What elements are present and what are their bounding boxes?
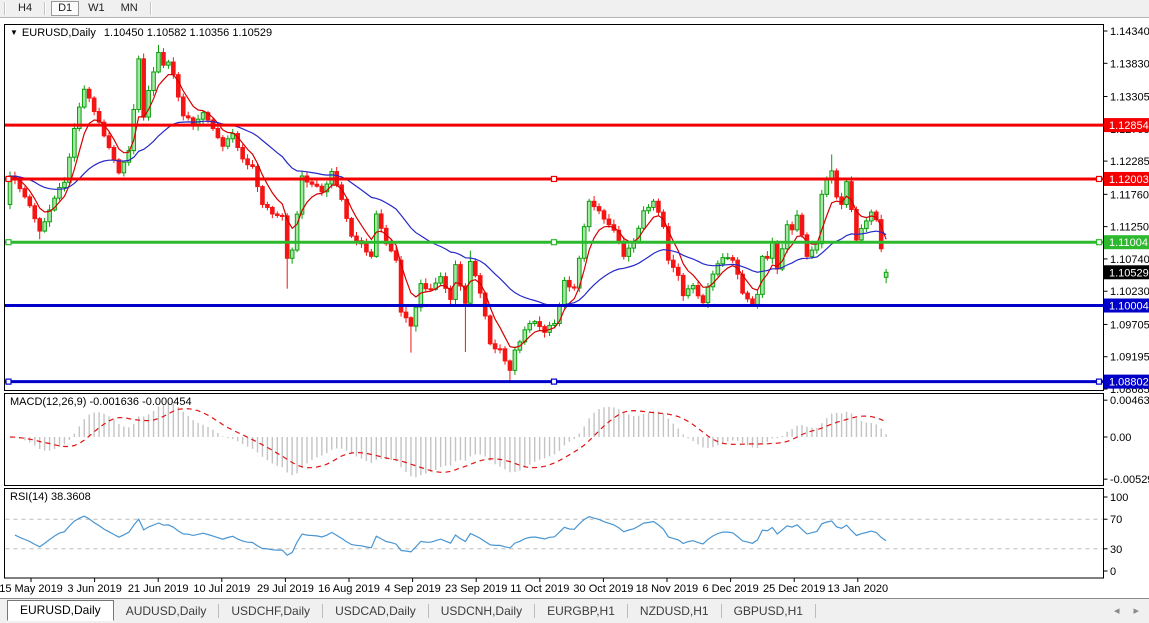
hline-handle[interactable] (552, 176, 557, 181)
chart-tab-usdchf-daily[interactable]: USDCHF,Daily (221, 601, 320, 621)
svg-text:1.10740: 1.10740 (1110, 254, 1149, 266)
macd-name: MACD(12,26,9) (10, 396, 86, 408)
svg-text:11 Oct 2019: 11 Oct 2019 (510, 583, 569, 595)
chart-ohlc-values: 1.10450 1.10582 1.10356 1.10529 (104, 27, 272, 39)
tab-separator (322, 604, 323, 618)
timeframe-button-w1[interactable]: W1 (81, 1, 112, 16)
hline-handle[interactable] (1097, 240, 1102, 245)
hline-handle[interactable] (1097, 379, 1102, 384)
chart-title: ▼ EURUSD,Daily 1.10450 1.10582 1.10356 1.1… (10, 27, 272, 39)
svg-text:1.09195: 1.09195 (1110, 352, 1149, 364)
tab-separator (721, 604, 722, 618)
toolbar-separator (44, 2, 46, 15)
chart-tab-gbpusd-h1[interactable]: GBPUSD,H1 (724, 601, 813, 621)
hline-handle[interactable] (6, 240, 11, 245)
svg-text:10 Jul 2019: 10 Jul 2019 (193, 583, 250, 595)
rsi-value: 38.3608 (51, 491, 91, 503)
svg-text:0.00: 0.00 (1110, 432, 1131, 444)
date-axis: 15 May 2019 3 Jun 2019 21 Jun 2019 10 Jul 2… (0, 578, 888, 595)
svg-text:1.10529: 1.10529 (1109, 267, 1149, 279)
svg-text:29 Jul 2019: 29 Jul 2019 (257, 583, 314, 595)
timeframe-button-h4[interactable]: H4 (11, 1, 39, 16)
svg-text:16 Aug 2019: 16 Aug 2019 (318, 583, 380, 595)
tab-scroll-left-icon[interactable]: ◂ (1114, 606, 1120, 616)
toolbar-separator (4, 2, 6, 15)
symbol-dropdown-icon[interactable]: ▼ (10, 28, 18, 37)
price-axis: 1.143401.138301.133051.127951.122851.117… (1104, 26, 1149, 578)
tab-separator (815, 604, 816, 618)
tab-separator (218, 604, 219, 618)
svg-text:1.11004: 1.11004 (1109, 237, 1148, 249)
svg-text:70: 70 (1110, 514, 1122, 526)
svg-text:1.13305: 1.13305 (1110, 92, 1149, 104)
svg-text:0.00463: 0.00463 (1110, 395, 1149, 407)
main-price-panel[interactable] (5, 25, 1104, 391)
svg-text:23 Sep 2019: 23 Sep 2019 (445, 583, 507, 595)
rsi-name: RSI(14) (10, 491, 48, 503)
chart-tab-bar: EURUSD,DailyAUDUSD,DailyUSDCHF,DailyUSDC… (0, 598, 1149, 623)
svg-text:1.12285: 1.12285 (1110, 156, 1149, 168)
timeframe-toolbar: H4 D1W1MN (0, 0, 1149, 18)
hline-handle[interactable] (1097, 176, 1102, 181)
svg-text:1.12003: 1.12003 (1109, 174, 1149, 186)
mt4-chart-window: { "toolbar": { "buttons": [ {"label": "H… (0, 0, 1149, 623)
svg-text:30 Oct 2019: 30 Oct 2019 (573, 583, 633, 595)
hline-handle[interactable] (6, 176, 11, 181)
chart-tab-eurgbp-h1[interactable]: EURGBP,H1 (537, 601, 625, 621)
chart-tab-audusd-daily[interactable]: AUDUSD,Daily (116, 601, 217, 621)
svg-text:1.10004: 1.10004 (1109, 301, 1149, 313)
svg-text:15 May 2019: 15 May 2019 (0, 583, 63, 595)
chart-tab-nzdusd-h1[interactable]: NZDUSD,H1 (630, 601, 719, 621)
macd-values: -0.001636 -0.000454 (89, 396, 191, 408)
svg-text:1.13830: 1.13830 (1110, 58, 1149, 70)
svg-text:100: 100 (1110, 492, 1128, 504)
tab-separator (428, 604, 429, 618)
svg-text:1.14340: 1.14340 (1110, 26, 1149, 38)
svg-text:21 Jun 2019: 21 Jun 2019 (128, 583, 189, 595)
svg-text:6 Dec 2019: 6 Dec 2019 (702, 583, 758, 595)
svg-text:1.11250: 1.11250 (1110, 222, 1149, 234)
svg-text:4 Sep 2019: 4 Sep 2019 (384, 583, 440, 595)
svg-text:0: 0 (1110, 566, 1116, 578)
chart-tab-eurusd-daily[interactable]: EURUSD,Daily (7, 600, 114, 621)
macd-indicator-label: MACD(12,26,9) -0.001636 -0.000454 (10, 396, 192, 408)
toolbar-separator (150, 2, 152, 15)
timeframe-button-mn[interactable]: MN (114, 1, 145, 16)
timeframe-button-d1[interactable]: D1 (51, 1, 79, 16)
svg-text:25 Dec 2019: 25 Dec 2019 (763, 583, 825, 595)
svg-text:1.10230: 1.10230 (1110, 286, 1149, 298)
tab-separator (627, 604, 628, 618)
svg-text:-0.005299: -0.005299 (1110, 474, 1149, 486)
svg-text:13 Jan 2020: 13 Jan 2020 (828, 583, 889, 595)
tab-separator (534, 604, 535, 618)
svg-text:1.08802: 1.08802 (1109, 377, 1149, 389)
svg-text:1.09705: 1.09705 (1110, 319, 1149, 331)
rsi-panel[interactable] (5, 489, 1104, 579)
svg-text:30: 30 (1110, 544, 1122, 556)
chart-tab-usdcnh-daily[interactable]: USDCNH,Daily (431, 601, 532, 621)
tab-scroll-right-icon[interactable]: ▸ (1133, 606, 1139, 616)
chart-tab-usdcad-daily[interactable]: USDCAD,Daily (325, 601, 426, 621)
svg-text:18 Nov 2019: 18 Nov 2019 (636, 583, 698, 595)
rsi-indicator-label: RSI(14) 38.3608 (10, 491, 91, 503)
hline-handle[interactable] (552, 240, 557, 245)
chart-canvas[interactable]: 1.143401.138301.133051.127951.122851.117… (0, 0, 1149, 623)
chart-symbol-label: EURUSD,Daily (22, 27, 96, 39)
tab-scroll-arrows: ◂▸ (1114, 606, 1149, 616)
hline-handle[interactable] (6, 379, 11, 384)
hline-handle[interactable] (552, 379, 557, 384)
svg-text:1.12854: 1.12854 (1109, 120, 1149, 132)
svg-text:1.11760: 1.11760 (1110, 189, 1149, 201)
svg-text:3 Jun 2019: 3 Jun 2019 (67, 583, 121, 595)
